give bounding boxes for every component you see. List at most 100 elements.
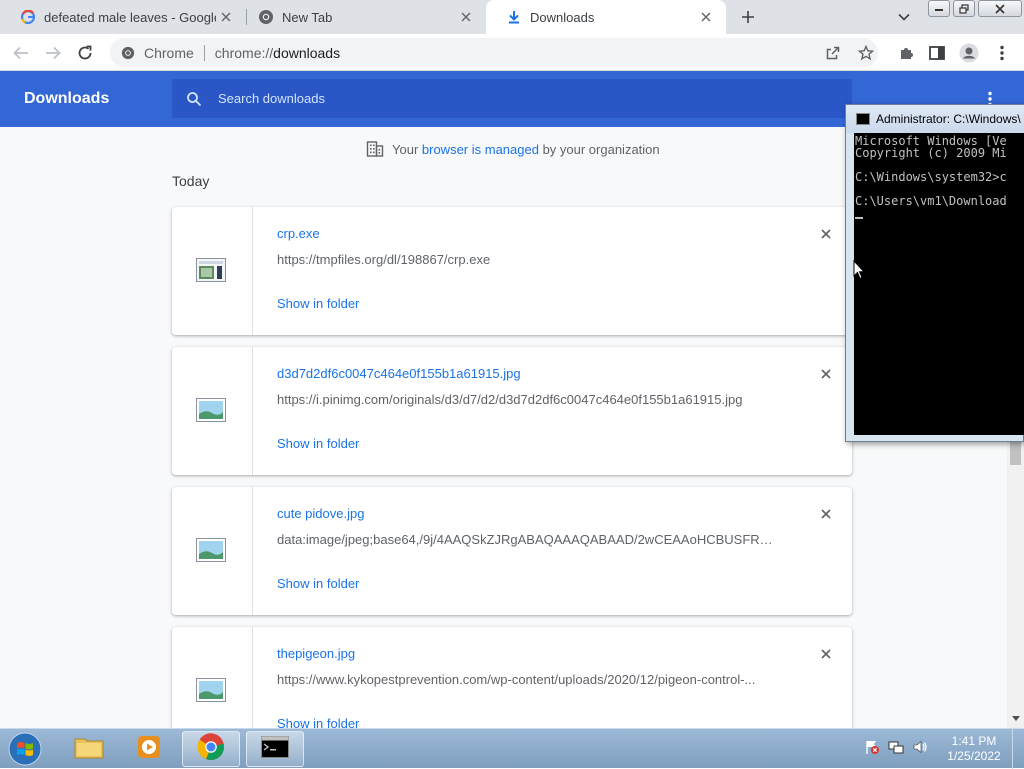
tab-title: defeated male leaves - Google Se — [44, 9, 216, 25]
cmd-icon — [261, 735, 289, 763]
managed-prefix: Your — [392, 141, 422, 157]
tab-new-tab[interactable]: New Tab — [238, 0, 486, 34]
download-icon — [506, 9, 522, 25]
profile-avatar-icon[interactable] — [958, 42, 980, 64]
volume-icon[interactable] — [912, 739, 928, 755]
cmd-icon — [856, 113, 870, 125]
tab-title: Downloads — [530, 9, 595, 25]
search-icon — [184, 89, 204, 109]
show-in-folder-link[interactable]: Show in folder — [277, 576, 359, 591]
media-player-icon — [136, 734, 162, 765]
omnibox-divider — [203, 44, 205, 61]
show-in-folder-link[interactable]: Show in folder — [277, 296, 359, 311]
taskbar-explorer-button[interactable] — [60, 731, 118, 767]
show-desktop-button[interactable] — [1012, 729, 1024, 769]
file-icon-column — [172, 487, 253, 615]
command-prompt-window[interactable]: Administrator: C:\Windows\ Microsoft Win… — [845, 104, 1024, 442]
file-source-url[interactable]: https://www.kykopestprevention.com/wp-co… — [277, 672, 755, 687]
browser-toolbar: Chrome chrome:// downloads — [0, 34, 1024, 71]
reload-icon[interactable] — [74, 42, 96, 64]
image-file-icon — [196, 678, 226, 702]
close-window-button[interactable] — [978, 0, 1022, 17]
close-icon[interactable] — [216, 7, 236, 27]
tab-strip: defeated male leaves - Google Se New Tab… — [0, 0, 1024, 34]
minimize-button[interactable] — [928, 0, 950, 17]
scrollbar-thumb[interactable] — [1010, 441, 1021, 465]
back-arrow-icon[interactable] — [10, 42, 32, 64]
new-tab-button[interactable] — [736, 5, 760, 29]
tab-google-search[interactable]: defeated male leaves - Google Se — [0, 0, 246, 34]
file-source-url[interactable]: https://i.pinimg.com/originals/d3/d7/d2/… — [277, 392, 742, 407]
file-name-link[interactable]: d3d7d2df6c0047c464e0f155b1a61915.jpg — [277, 366, 521, 381]
managed-suffix: by your organization — [538, 141, 660, 157]
start-button[interactable] — [4, 730, 46, 768]
address-bar[interactable]: Chrome chrome:// downloads — [110, 38, 878, 67]
console-line: C:\Users\vm1\Download — [855, 194, 1007, 208]
extensions-puzzle-icon[interactable] — [895, 42, 917, 64]
download-item: crp.exe https://tmpfiles.org/dl/198867/c… — [172, 207, 852, 335]
action-center-flag-icon[interactable] — [864, 739, 880, 755]
windows-taskbar: 1:41 PM 1/25/2022 — [0, 728, 1024, 769]
download-item: d3d7d2df6c0047c464e0f155b1a61915.jpg htt… — [172, 347, 852, 475]
scroll-down-arrow-icon[interactable] — [1011, 714, 1020, 723]
file-name-link[interactable]: thepigeon.jpg — [277, 646, 355, 661]
search-box[interactable] — [172, 79, 852, 118]
exe-file-icon — [196, 258, 226, 282]
page-title: Downloads — [24, 90, 110, 107]
clock-date: 1/25/2022 — [947, 749, 1001, 763]
chrome-menu-icon[interactable] — [991, 42, 1013, 64]
remove-from-list-icon[interactable] — [816, 504, 836, 524]
share-icon[interactable] — [822, 42, 844, 64]
clock-time: 1:41 PM — [951, 734, 997, 748]
date-section-heading: Today — [172, 173, 210, 189]
managed-link[interactable]: browser is managed — [422, 142, 539, 157]
restore-button[interactable] — [953, 0, 975, 17]
url-host: downloads — [273, 44, 341, 61]
console-title-bar[interactable]: Administrator: C:\Windows\ — [846, 105, 1024, 133]
download-item: cute pidove.jpg data:image/jpeg;base64,/… — [172, 487, 852, 615]
managed-notice: Your browser is managed by your organiza… — [366, 140, 660, 158]
console-line: Copyright (c) 2009 Mi — [855, 146, 1007, 160]
search-input[interactable] — [218, 91, 818, 106]
remove-from-list-icon[interactable] — [816, 224, 836, 244]
file-icon-column — [172, 207, 253, 335]
taskbar-media-player-button[interactable] — [120, 731, 178, 767]
file-icon-column — [172, 347, 253, 475]
remove-from-list-icon[interactable] — [816, 364, 836, 384]
taskbar-chrome-button[interactable] — [182, 731, 240, 767]
file-name-link[interactable]: cute pidove.jpg — [277, 506, 364, 521]
side-panel-icon[interactable] — [926, 42, 948, 64]
tab-downloads[interactable]: Downloads — [486, 0, 726, 34]
console-output[interactable]: Microsoft Windows [Ve Copyright (c) 2009… — [854, 133, 1024, 435]
chrome-icon — [197, 732, 225, 766]
file-name-link[interactable]: crp.exe — [277, 226, 320, 241]
folder-icon — [74, 735, 104, 764]
file-source-url[interactable]: https://tmpfiles.org/dl/198867/crp.exe — [277, 252, 490, 267]
close-icon[interactable] — [696, 7, 716, 27]
text-cursor — [855, 217, 863, 219]
network-icon[interactable] — [888, 739, 904, 755]
system-tray — [864, 739, 928, 755]
bookmark-star-icon[interactable] — [855, 42, 877, 64]
image-file-icon — [196, 538, 226, 562]
console-line: C:\Windows\system32>c — [855, 170, 1007, 184]
omnibox-chip-label: Chrome — [144, 44, 194, 61]
tab-title: New Tab — [282, 9, 333, 25]
show-in-folder-link[interactable]: Show in folder — [277, 716, 359, 728]
tab-search-chevron-icon[interactable] — [894, 7, 914, 27]
chrome-icon — [120, 45, 136, 61]
close-icon[interactable] — [456, 7, 476, 27]
console-title: Administrator: C:\Windows\ — [876, 112, 1021, 126]
google-icon — [20, 9, 36, 25]
taskbar-cmd-button[interactable] — [246, 731, 304, 767]
forward-arrow-icon[interactable] — [42, 42, 64, 64]
file-source-url[interactable]: data:image/jpeg;base64,/9j/4AAQSkZJRgABA… — [277, 532, 777, 547]
window-controls — [928, 0, 1024, 17]
system-clock[interactable]: 1:41 PM 1/25/2022 — [938, 734, 1010, 764]
show-in-folder-link[interactable]: Show in folder — [277, 436, 359, 451]
file-icon-column — [172, 627, 253, 728]
remove-from-list-icon[interactable] — [816, 644, 836, 664]
url-scheme: chrome:// — [214, 44, 274, 61]
mouse-pointer-icon — [853, 259, 866, 280]
image-file-icon — [196, 398, 226, 422]
